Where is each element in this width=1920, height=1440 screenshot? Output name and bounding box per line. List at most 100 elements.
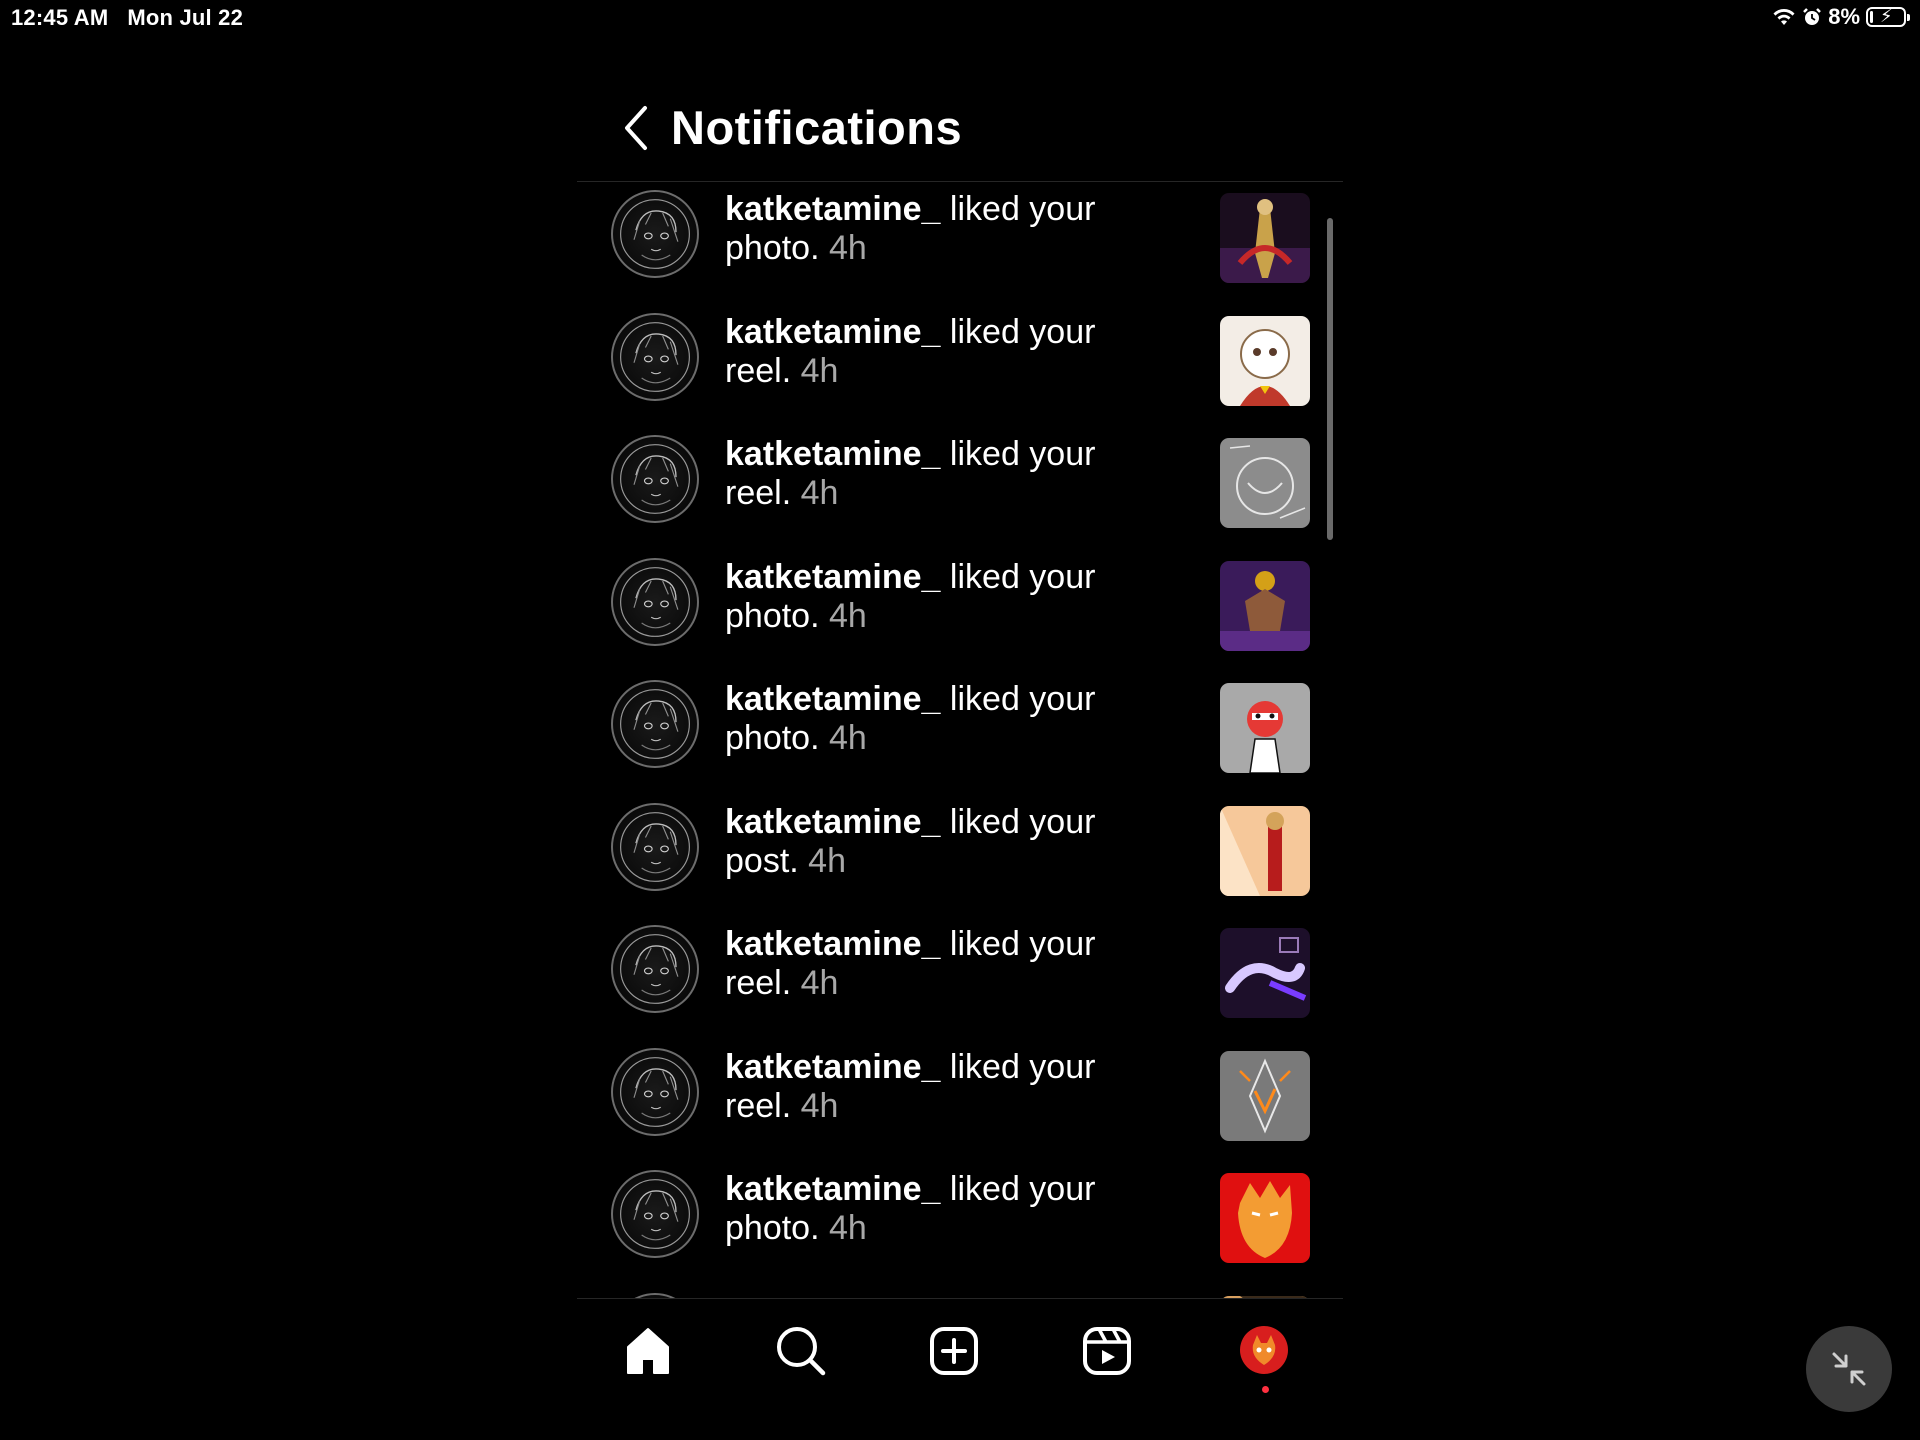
username[interactable]: katketamine_ xyxy=(725,803,940,841)
profile-avatar xyxy=(1240,1326,1288,1374)
post-thumbnail[interactable] xyxy=(1220,683,1310,773)
user-avatar-image xyxy=(620,811,690,882)
scrollbar[interactable] xyxy=(1327,218,1333,540)
notification-object: reel. xyxy=(725,351,792,390)
username[interactable]: katketamine_ xyxy=(725,558,940,596)
notification-object: reel. xyxy=(725,474,792,512)
timestamp: 4h xyxy=(828,719,867,757)
notification-text: katketamine_ liked your photo. 4h xyxy=(725,190,1145,268)
avatar[interactable] xyxy=(611,435,699,523)
timestamp: 4h xyxy=(828,1209,867,1247)
username[interactable]: katketamine_ xyxy=(725,190,940,228)
avatar[interactable] xyxy=(611,802,699,891)
notification-action: liked your xyxy=(949,1170,1096,1208)
purple-character-art xyxy=(1220,560,1310,651)
post-thumbnail[interactable] xyxy=(1220,315,1310,406)
user-avatar-image xyxy=(620,689,690,759)
username[interactable]: katketamine_ xyxy=(725,680,940,718)
notification-row[interactable]: katketamine_ liked your reel. 4h xyxy=(577,1047,1343,1170)
tab-search[interactable] xyxy=(773,1323,829,1379)
notification-row[interactable]: katketamine_ liked your reel. 4h xyxy=(577,435,1343,557)
search-icon xyxy=(777,1327,826,1376)
status-indicators: 8% ⚡ xyxy=(1772,4,1910,30)
header: Notifications xyxy=(577,40,1343,182)
timestamp: 4h xyxy=(828,229,867,267)
timestamp: 4h xyxy=(808,841,846,880)
username[interactable]: katketamine_ xyxy=(725,1048,940,1086)
notifications-screen: Notifications katketamine_ liked your pho… xyxy=(577,40,1343,1440)
notification-action: liked your xyxy=(949,802,1096,841)
notification-row[interactable]: katketamine_ liked your photo. 4h xyxy=(577,190,1343,312)
user-avatar-image xyxy=(620,934,690,1004)
notification-object: photo. xyxy=(725,229,820,267)
orange-fire-character-art xyxy=(1220,1173,1310,1263)
username[interactable]: katketamine_ xyxy=(725,1170,940,1208)
post-thumbnail[interactable] xyxy=(1220,438,1310,528)
avatar[interactable] xyxy=(611,925,699,1013)
date-text: Mon Jul 22 xyxy=(127,5,244,30)
username[interactable]: katketamine_ xyxy=(725,435,940,473)
post-thumbnail[interactable] xyxy=(1220,805,1310,896)
back-button[interactable] xyxy=(619,102,655,154)
home-icon xyxy=(627,1328,669,1374)
notification-action: liked your xyxy=(949,190,1096,228)
post-thumbnail[interactable] xyxy=(1220,1173,1310,1263)
notification-row[interactable]: katketamine_ liked your photo. 4h xyxy=(577,1170,1343,1292)
notification-row[interactable]: katketamine_ liked your post. 4h xyxy=(577,802,1343,925)
notification-object: photo. xyxy=(725,719,820,757)
tab-profile[interactable] xyxy=(1239,1325,1289,1375)
notification-action: liked your xyxy=(949,312,1096,351)
username[interactable]: katketamine_ xyxy=(725,925,940,963)
notification-text: katketamine_ liked your reel. 4h xyxy=(725,1048,1145,1126)
minimize-float-button[interactable] xyxy=(1806,1326,1892,1412)
notification-text: katketamine_ liked your reel. 4h xyxy=(725,925,1145,1003)
notification-text: katketamine_ liked your post. 4h xyxy=(725,803,1145,881)
notification-text: katketamine_ liked your photo. 4h xyxy=(725,680,1145,758)
notification-text: katketamine_ liked your reel. 4h xyxy=(725,313,1145,391)
battery-percent: 8% xyxy=(1828,4,1860,29)
plus-square-icon xyxy=(930,1327,978,1375)
user-avatar-image xyxy=(620,1179,690,1249)
post-thumbnail[interactable] xyxy=(1220,1050,1310,1141)
avatar[interactable] xyxy=(611,312,699,401)
avatar[interactable] xyxy=(611,680,699,768)
battery-level xyxy=(1870,11,1873,23)
post-thumbnail[interactable] xyxy=(1220,928,1310,1018)
avatar[interactable] xyxy=(611,1047,699,1136)
notification-action: liked your xyxy=(949,680,1096,718)
notification-row[interactable]: katketamine_ liked your photo. 4h xyxy=(577,680,1343,802)
tab-reels[interactable] xyxy=(1079,1323,1135,1379)
purple-creature-art xyxy=(1220,928,1310,1018)
notification-row[interactable]: katketamine_ liked your reel. 4h xyxy=(577,925,1343,1047)
user-avatar-image xyxy=(620,1056,690,1127)
notification-object: post. xyxy=(725,841,799,880)
notification-object: reel. xyxy=(725,1086,792,1125)
post-thumbnail[interactable] xyxy=(1220,560,1310,651)
notification-list[interactable]: katketamine_ liked your photo. 4h katketam… xyxy=(577,182,1343,1337)
avatar[interactable] xyxy=(611,1170,699,1258)
tab-create[interactable] xyxy=(926,1323,982,1379)
timestamp: 4h xyxy=(800,1086,839,1125)
tab-home[interactable] xyxy=(620,1323,676,1379)
avatar[interactable] xyxy=(611,557,699,646)
notification-object: photo. xyxy=(725,596,820,635)
notification-row[interactable]: katketamine_ liked your photo. 4h xyxy=(577,557,1343,680)
charging-bolt-icon: ⚡ xyxy=(1880,6,1893,26)
user-avatar-image xyxy=(620,321,690,392)
chevron-left-icon xyxy=(625,106,647,150)
post-thumbnail[interactable] xyxy=(1220,193,1310,283)
avatar[interactable] xyxy=(611,190,699,278)
status-time: 12:45 AM Mon Jul 22 xyxy=(11,5,243,31)
timestamp: 4h xyxy=(800,474,839,512)
username[interactable]: katketamine_ xyxy=(725,313,940,351)
user-avatar-image xyxy=(620,444,690,514)
notification-action: liked your xyxy=(949,1047,1096,1086)
timestamp: 4h xyxy=(800,351,839,390)
tab-bar xyxy=(577,1298,1343,1419)
dark-figure-art xyxy=(1220,193,1310,283)
page-title: Notifications xyxy=(671,101,963,154)
notification-row[interactable]: katketamine_ liked your reel. 4h xyxy=(577,312,1343,435)
reels-icon xyxy=(1083,1327,1131,1375)
notification-action: liked your xyxy=(949,925,1096,963)
orange-line-art xyxy=(1220,1050,1310,1141)
